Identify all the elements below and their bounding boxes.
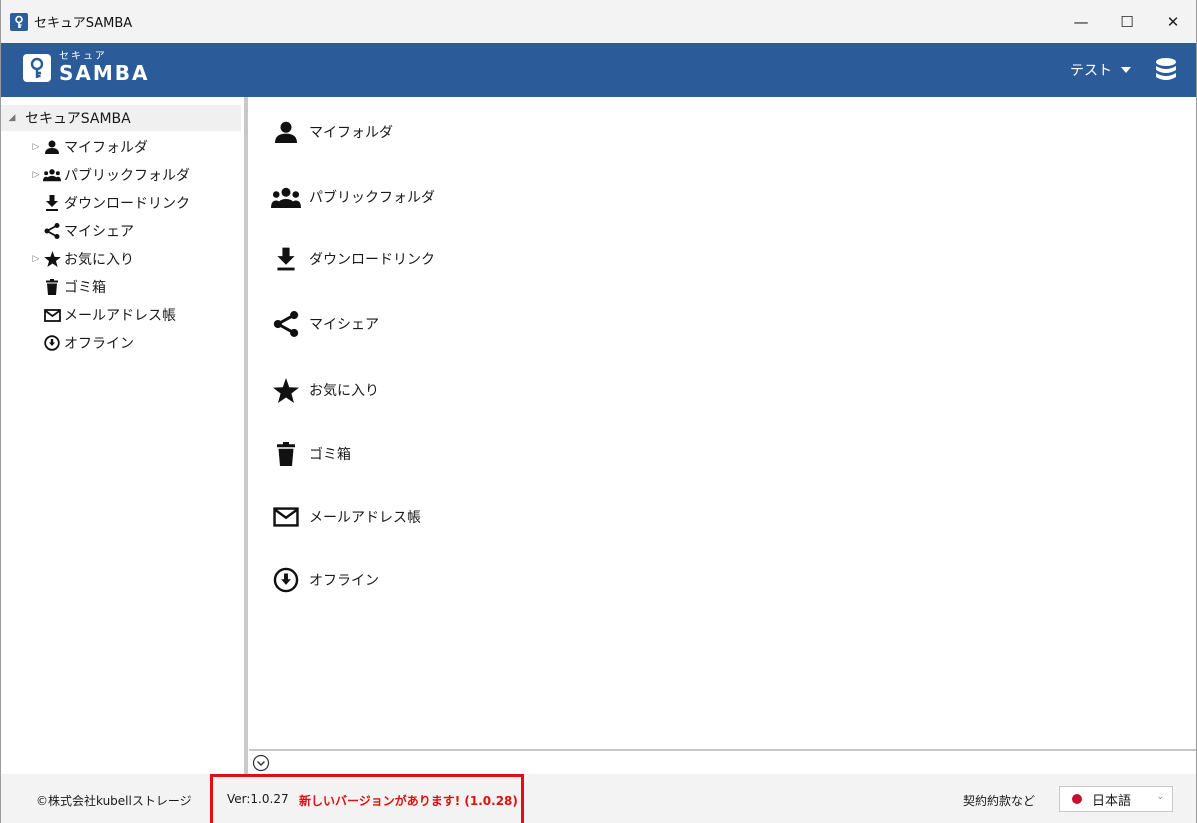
tree-item-publicfolder[interactable]: ▷ パブリックフォルダ xyxy=(29,162,190,188)
app-window: セキュアSAMBA — ☐ ✕ セキュア SAMBA テスト ◢ セキュアSAM… xyxy=(0,0,1197,823)
tree-item-label: マイフォルダ xyxy=(64,140,148,156)
trash-icon xyxy=(43,278,61,296)
copyright-text: ©株式会社kubellストレージ xyxy=(36,794,192,808)
tree-item-label: ゴミ箱 xyxy=(64,280,106,296)
main-item-label: ダウンロードリンク xyxy=(309,252,435,268)
tree-item-downloadlink[interactable]: ダウンロードリンク xyxy=(43,190,190,216)
star-icon xyxy=(271,375,301,405)
share-icon xyxy=(43,222,61,240)
tree-item-label: お気に入り xyxy=(64,252,134,268)
tree-item-addressbook[interactable]: メールアドレス帳 xyxy=(43,302,176,328)
offline-icon xyxy=(271,565,301,595)
tree-expand-icon[interactable]: ▷ xyxy=(29,142,43,152)
chevron-down-icon: ⌄ xyxy=(1156,792,1164,802)
tree-item-label: オフライン xyxy=(64,336,134,352)
tree-item-myfolder[interactable]: ▷ マイフォルダ xyxy=(29,134,148,160)
trash-icon xyxy=(271,439,301,469)
content-splitter[interactable] xyxy=(249,749,1196,751)
caret-down-icon xyxy=(1121,67,1131,73)
expand-panel-icon[interactable] xyxy=(252,754,270,772)
minimize-button[interactable]: — xyxy=(1058,0,1104,43)
close-button[interactable]: ✕ xyxy=(1150,0,1196,43)
offline-icon xyxy=(43,334,61,352)
title-bar: セキュアSAMBA — ☐ ✕ xyxy=(1,0,1196,43)
logo-title: SAMBA xyxy=(59,61,150,85)
tree-root-label: セキュアSAMBA xyxy=(25,111,131,127)
download-icon xyxy=(271,244,301,274)
tree-root[interactable]: ◢ セキュアSAMBA xyxy=(1,105,241,131)
sidebar-splitter[interactable] xyxy=(244,97,248,774)
main-content: マイフォルダ パブリックフォルダ ダウンロードリンク マイシェア お気に入り ゴ… xyxy=(249,97,1196,749)
app-logo: セキュア SAMBA xyxy=(23,52,150,83)
tree-item-favorites[interactable]: ▷ お気に入り xyxy=(29,246,134,272)
main-item-label: オフライン xyxy=(309,573,379,589)
person-icon xyxy=(43,138,61,156)
main-item-favorites[interactable]: お気に入り xyxy=(271,373,379,407)
terms-link[interactable]: 契約約款など xyxy=(963,792,1035,809)
database-icon[interactable] xyxy=(1154,57,1178,87)
main-item-downloadlink[interactable]: ダウンロードリンク xyxy=(271,242,435,276)
tree-item-myshare[interactable]: マイシェア xyxy=(43,218,134,244)
main-item-offline[interactable]: オフライン xyxy=(271,563,379,597)
share-icon xyxy=(271,309,301,339)
new-version-link[interactable]: 新しいバージョンがあります! (1.0.28) xyxy=(299,792,518,809)
tree-item-trash[interactable]: ゴミ箱 xyxy=(43,274,106,300)
tree-expand-icon[interactable]: ▷ xyxy=(29,254,43,264)
app-key-icon xyxy=(10,12,28,31)
person-icon xyxy=(271,117,301,147)
language-select[interactable]: 日本語 ⌄ xyxy=(1059,786,1173,812)
status-bar: ©株式会社kubellストレージ Ver:1.0.27 新しいバージョンがありま… xyxy=(1,774,1196,823)
mail-icon xyxy=(43,306,61,324)
user-name: テスト xyxy=(1070,63,1112,79)
main-item-trash[interactable]: ゴミ箱 xyxy=(271,437,351,471)
main-item-label: パブリックフォルダ xyxy=(309,190,435,206)
tree-item-offline[interactable]: オフライン xyxy=(43,330,134,356)
star-icon xyxy=(43,250,61,268)
window-title: セキュアSAMBA xyxy=(34,16,133,31)
main-item-myshare[interactable]: マイシェア xyxy=(271,307,379,341)
logo-key-icon xyxy=(23,53,51,82)
tree-item-label: マイシェア xyxy=(64,224,134,240)
tree-item-label: ダウンロードリンク xyxy=(64,196,190,212)
navigation-tree: ◢ セキュアSAMBA ▷ マイフォルダ ▷ パブリックフォルダ ダウンロードリ… xyxy=(1,97,244,774)
group-icon xyxy=(271,182,301,212)
main-item-myfolder[interactable]: マイフォルダ xyxy=(271,115,393,149)
main-item-label: ゴミ箱 xyxy=(309,447,351,463)
mail-icon xyxy=(271,502,301,532)
main-item-label: お気に入り xyxy=(309,383,379,399)
app-header: セキュア SAMBA テスト xyxy=(1,43,1196,97)
japan-flag-icon xyxy=(1072,794,1082,804)
group-icon xyxy=(43,166,61,184)
main-item-addressbook[interactable]: メールアドレス帳 xyxy=(271,500,421,534)
main-item-label: マイフォルダ xyxy=(309,125,393,141)
tree-collapse-icon[interactable]: ◢ xyxy=(5,113,19,123)
language-value: 日本語 xyxy=(1092,793,1132,809)
tree-expand-icon[interactable]: ▷ xyxy=(29,170,43,180)
tree-item-label: パブリックフォルダ xyxy=(64,168,190,184)
main-item-label: マイシェア xyxy=(309,317,379,333)
maximize-button[interactable]: ☐ xyxy=(1104,0,1150,43)
user-menu[interactable]: テスト xyxy=(1070,60,1132,80)
main-item-publicfolder[interactable]: パブリックフォルダ xyxy=(271,180,435,214)
tree-item-label: メールアドレス帳 xyxy=(64,308,176,324)
download-icon xyxy=(43,194,61,212)
main-item-label: メールアドレス帳 xyxy=(309,510,421,526)
version-text: Ver:1.0.27 xyxy=(227,792,289,806)
